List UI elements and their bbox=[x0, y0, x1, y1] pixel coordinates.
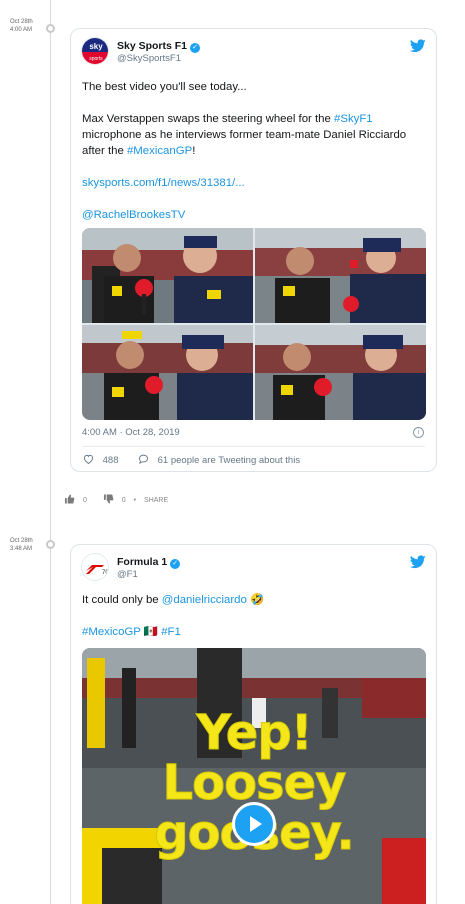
video-overlay-text: Yep! bbox=[196, 705, 313, 761]
divider bbox=[82, 446, 425, 447]
author-name-text[interactable]: Sky Sports F1 bbox=[117, 40, 187, 52]
like-count: 0 bbox=[82, 496, 87, 504]
tweet-card[interactable]: 70 Formula 1 ✓ @F1 It could only be @dani… bbox=[70, 544, 437, 904]
tweet-timestamp[interactable]: 4:00 AM · Oct 28, 2019 bbox=[82, 427, 180, 438]
post-date-time: 4:00 AM bbox=[10, 27, 33, 33]
tweet-paragraph: The best video you'll see today... bbox=[82, 81, 247, 93]
author-handle[interactable]: @F1 bbox=[117, 569, 138, 580]
tweet-card[interactable]: sky sports Sky Sports F1 ✓ @SkySportsF1 T… bbox=[70, 28, 437, 472]
hashtag-link[interactable]: #F1 bbox=[161, 626, 181, 638]
share-button[interactable]: SHARE bbox=[144, 497, 168, 504]
media-photo[interactable] bbox=[255, 325, 426, 420]
tweet-paragraph: Max Verstappen swaps the steering wheel … bbox=[82, 111, 424, 159]
url-link[interactable]: skysports.com/f1/news/31381/... bbox=[82, 177, 245, 189]
timeline-dot bbox=[46, 540, 55, 549]
thumbs-down-icon[interactable] bbox=[103, 494, 114, 506]
media-grid[interactable] bbox=[82, 228, 426, 420]
tweet-text: The best video you'll see today... Max V… bbox=[82, 79, 424, 223]
author-name[interactable]: Formula 1 ✓ bbox=[117, 556, 181, 569]
tweet-author[interactable]: 70 Formula 1 ✓ @F1 bbox=[81, 553, 426, 583]
author-handle[interactable]: @SkySportsF1 bbox=[117, 53, 181, 64]
hashtag-link[interactable]: #MexicanGP bbox=[127, 145, 192, 157]
social-actions: 0 0 • SHARE bbox=[64, 494, 168, 506]
timeline-dot bbox=[46, 24, 55, 33]
like-action[interactable]: 488 bbox=[83, 454, 119, 466]
post-date-time: 3:48 AM bbox=[10, 546, 33, 552]
post-date: Oct 28th 3:48 AM bbox=[10, 537, 46, 553]
svg-text:70: 70 bbox=[102, 570, 109, 576]
media-photo[interactable] bbox=[82, 325, 253, 420]
play-icon bbox=[250, 816, 262, 832]
author-name-text[interactable]: Formula 1 bbox=[117, 556, 167, 568]
tweet-paragraph: skysports.com/f1/news/31381/... bbox=[82, 175, 424, 191]
svg-text:sports: sports bbox=[89, 56, 103, 62]
twitter-bird-icon[interactable] bbox=[410, 39, 426, 53]
media-photo[interactable] bbox=[82, 228, 253, 323]
separator-dot: • bbox=[133, 496, 137, 504]
avatar[interactable]: 70 bbox=[81, 553, 109, 581]
mexico-flag-icon: 🇲🇽 bbox=[143, 626, 159, 638]
text-span: Max Verstappen swaps the steering wheel … bbox=[82, 113, 335, 125]
conversation-action[interactable]: 61 people are Tweeting about this bbox=[138, 454, 300, 466]
video-player[interactable]: Yep! Loosey goosey. bbox=[82, 648, 426, 904]
like-count: 488 bbox=[102, 455, 119, 466]
tweet-text: It could only be @danielricciardo 🤣 #Mex… bbox=[82, 592, 424, 640]
thumbs-up-icon[interactable] bbox=[64, 494, 75, 506]
mention-link[interactable]: @RachelBrookesTV bbox=[82, 209, 185, 221]
timeline-line bbox=[50, 0, 51, 904]
author-name[interactable]: Sky Sports F1 ✓ bbox=[117, 40, 201, 53]
laughing-emoji-icon: 🤣 bbox=[249, 594, 265, 606]
tweet-paragraph: It could only be @danielricciardo 🤣 bbox=[82, 592, 424, 608]
text-span: ! bbox=[192, 145, 196, 157]
comment-icon bbox=[138, 454, 149, 465]
avatar[interactable]: sky sports bbox=[81, 37, 109, 65]
mention-link[interactable]: @danielricciardo bbox=[162, 594, 247, 606]
info-icon[interactable]: i bbox=[413, 427, 424, 438]
post-date-day: Oct 28th bbox=[10, 538, 33, 544]
twitter-bird-icon[interactable] bbox=[410, 555, 426, 569]
heart-icon bbox=[83, 454, 94, 465]
verified-icon: ✓ bbox=[190, 43, 201, 53]
text-span: It could only be bbox=[82, 594, 162, 606]
svg-text:sky: sky bbox=[89, 42, 103, 51]
tweet-author[interactable]: sky sports Sky Sports F1 ✓ @SkySportsF1 bbox=[81, 37, 426, 67]
conversation-text: 61 people are Tweeting about this bbox=[157, 455, 301, 466]
dislike-count: 0 bbox=[121, 496, 126, 504]
post-date-day: Oct 28th bbox=[10, 19, 33, 25]
verified-icon: ✓ bbox=[170, 559, 181, 569]
tweet-paragraph: @RachelBrookesTV bbox=[82, 207, 424, 223]
play-button[interactable] bbox=[232, 802, 276, 846]
hashtag-link[interactable]: #MexicoGP bbox=[82, 626, 141, 638]
post-date: Oct 28th 4:00 AM bbox=[10, 18, 46, 34]
tweet-paragraph: #MexicoGP 🇲🇽 #F1 bbox=[82, 624, 424, 640]
video-overlay-text: Loosey bbox=[162, 755, 347, 811]
hashtag-link[interactable]: #SkyF1 bbox=[334, 113, 373, 125]
media-photo[interactable] bbox=[255, 228, 426, 323]
